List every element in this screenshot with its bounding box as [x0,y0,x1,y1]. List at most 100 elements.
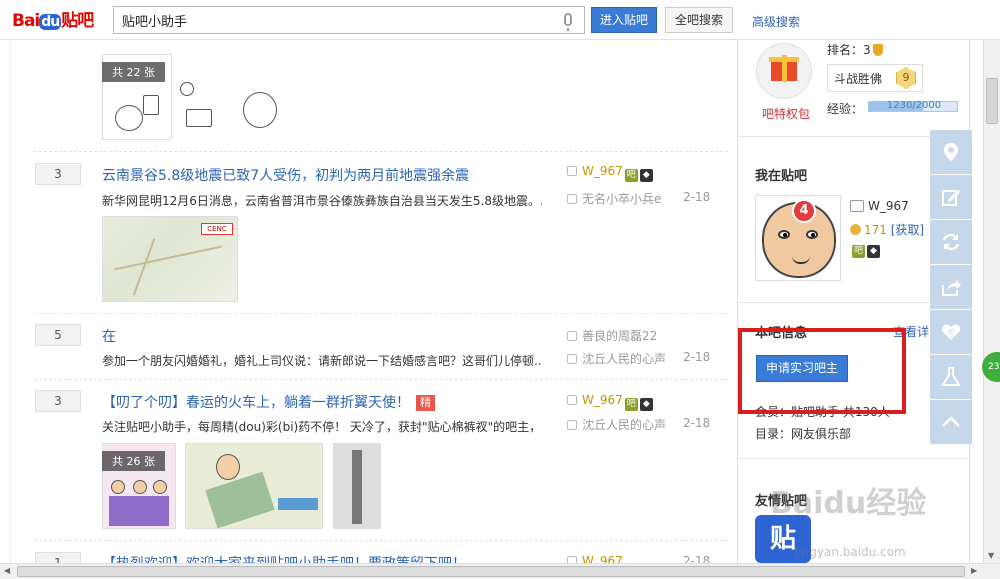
shield-badge-icon: ◆ [867,245,880,258]
all-search-button[interactable]: 全吧搜索 [665,7,733,33]
vertical-scrollbar[interactable]: ▲ ▼ [983,0,1000,563]
tool-share[interactable] [930,265,972,309]
thread-abstract: 关注贴吧小助手，每周精(dou)彩(bi)药不停！ 天冷了，获封"贴心棉裤衩"的… [102,420,542,434]
user-icon [567,556,577,563]
last-replier-name[interactable]: 沈丘人民的心声 [582,352,666,366]
reply-icon [567,354,577,364]
thread-divider [34,151,728,152]
search-box [113,6,585,34]
privilege-pack-link[interactable]: 吧特权包 [762,105,810,122]
level-badge-icon: 9 [896,67,916,89]
lab-icon [941,367,961,386]
thread-title[interactable]: 【热烈欢迎】欢迎大家来到贴吧小助手吧！要政策留下吧！ [102,553,466,563]
member-badge-icon: 吧 [624,169,638,182]
logo-suffix: 贴吧 [61,11,94,31]
thread-abstract: 参加一个朋友闪婚婚礼，婚礼上司仪说：请新郎说一下结婚感言吧？这哥们儿停顿... [102,354,542,368]
baidu-jingyan-watermark: Baidu经验 [770,486,927,521]
refresh-icon [942,233,960,251]
thread-title[interactable]: 在 [102,326,116,346]
user-icon [567,395,577,405]
tool-lab[interactable] [930,355,972,399]
thread-divider [34,379,728,380]
thread-date: 2-18 [683,350,711,364]
gift-icon[interactable] [756,43,812,99]
horizontal-scroll-thumb[interactable] [17,566,965,577]
last-replier[interactable]: 沈丘人民的心声 [567,416,666,433]
thread-image-map[interactable]: CENC [102,216,238,302]
thread-date: 2-18 [683,554,711,563]
shield-badge-icon: ◆ [639,398,653,411]
username[interactable]: W_967 [868,199,909,213]
medal-icon [872,44,883,56]
my-tieba-title: 我在贴吧 [755,169,808,184]
reply-count: 3 [35,163,81,185]
back-to-top-icon [942,416,960,427]
svg-text:逛: 逛 [948,328,954,336]
share-icon [942,280,961,296]
tool-favorite[interactable]: 逛 [930,310,972,354]
category-link[interactable]: 网友俱乐部 [791,427,851,441]
thread-image[interactable] [333,443,381,529]
microphone-icon[interactable] [564,13,572,31]
horizontal-scrollbar[interactable]: ◀ ▶ [0,563,1000,579]
tool-location[interactable] [930,130,972,174]
coins-info: 171 [获取] [850,221,924,238]
scroll-left-icon[interactable]: ◀ [4,566,10,575]
author-name[interactable]: W_967 [582,164,623,178]
baidu-tieba-logo[interactable]: Bai du 贴吧 [12,6,94,31]
featured-tag: 精 [416,395,435,411]
author-name[interactable]: W_967 [582,393,623,407]
thread-abstract: 新华网昆明12月6日消息，云南省普洱市景谷傣族彝族自治县当天发生5.8级地震。.… [102,194,542,208]
enter-tieba-button[interactable]: 进入贴吧 [591,7,657,33]
reply-count: 3 [35,390,81,412]
thread-image[interactable] [233,54,289,140]
last-replier-name[interactable]: 沈丘人民的心声 [582,418,666,432]
thread-image[interactable] [172,54,222,140]
thread-author[interactable]: 善良的周磊22 [567,327,657,344]
tool-refresh[interactable] [930,220,972,264]
scroll-down-icon[interactable]: ▼ [988,551,994,560]
rank-label: 排名：3 [827,43,871,57]
last-replier-name[interactable]: 无名小卒小兵e [582,192,661,206]
thread-title[interactable]: 云南景谷5.8级地震已致7人受伤，初判为两月前地震强余震 [102,165,469,185]
member-badge-icon: 吧 [624,398,638,411]
user-level-icon [850,200,864,212]
location-icon [944,143,958,161]
cenc-logo: CENC [201,223,233,235]
category-label: 目录： [755,427,792,441]
title-badge-text: 斗战胜佛 [834,72,883,86]
member-badge-icon: 吧 [852,245,865,258]
thread-author[interactable]: W_967 吧 ◆ [567,393,653,411]
thread-list: 共 22 张 3 云南景谷5.8级地震已致7人受伤，初判为两月前地震强余震 新华… [10,40,736,563]
vertical-scroll-thumb[interactable] [986,78,998,124]
coin-count: 171 [864,223,887,237]
title-badge: 斗战胜佛 9 [827,64,923,92]
thread-title[interactable]: 【叨了个叨】春运的火车上，躺着一群折翼天使！ 精 [102,392,435,412]
edit-icon [942,190,960,206]
author-name[interactable]: 善良的周磊22 [582,329,657,343]
user-icon [567,331,577,341]
image-count-badge: 共 22 张 [102,62,165,82]
last-replier[interactable]: 沈丘人民的心声 [567,350,666,367]
logo-du: du [39,14,62,30]
shield-badge-icon: ◆ [639,169,653,182]
search-input[interactable] [114,7,554,33]
exp-value: 1230/2000 [886,100,942,111]
heart-icon: 逛 [941,324,961,340]
advanced-search-link[interactable]: 高级搜索 [752,13,800,30]
rank-text: 排名：3 [827,41,883,58]
notification-badge[interactable]: 4 [792,199,816,223]
thread-author[interactable]: W_967 吧 ◆ [567,164,653,182]
thread-date: 2-18 [683,190,711,204]
thread-image[interactable] [185,443,323,529]
tool-edit[interactable] [930,175,972,219]
author-name[interactable]: W_967 [582,554,623,563]
exp-progress-bar: 1230/2000 [868,100,958,112]
thread-author[interactable]: W_967 [567,554,623,563]
exp-label: 经验： [827,102,864,116]
thread-title-text[interactable]: 【叨了个叨】春运的火车上，躺着一群折翼天使！ [102,395,410,411]
tool-back-to-top[interactable] [930,400,972,444]
get-coins-link[interactable]: [获取] [891,223,924,237]
last-replier[interactable]: 无名小卒小兵e [567,190,661,207]
scroll-right-icon[interactable]: ▶ [971,566,977,575]
